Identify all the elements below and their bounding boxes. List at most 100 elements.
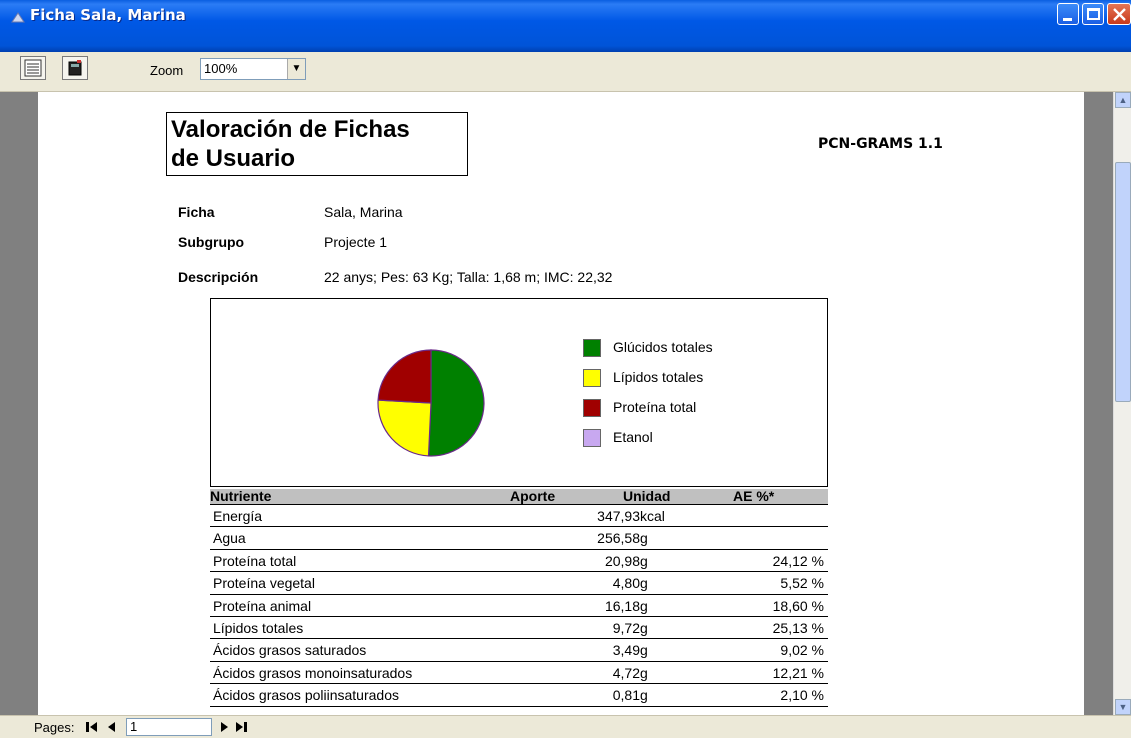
cell-unit: g bbox=[640, 687, 648, 704]
chevron-down-icon[interactable]: ▼ bbox=[287, 59, 305, 79]
cell-ae: 2,10 % bbox=[780, 687, 824, 704]
table-header: Nutriente Aporte Unidad AE %* bbox=[210, 488, 828, 505]
table-row: Proteína total 20,98 g 24,12 % bbox=[210, 550, 828, 573]
cell-value: 9,72 bbox=[612, 619, 640, 636]
zoom-value: 100% bbox=[204, 61, 238, 76]
cell-value: 4,80 bbox=[612, 575, 640, 592]
close-button[interactable] bbox=[1107, 3, 1131, 25]
table-row: Ácidos grasos poliinsaturados 0,81 g 2,10 % bbox=[210, 684, 828, 707]
pie-chart bbox=[377, 349, 485, 457]
legend-label: Proteína total bbox=[613, 399, 697, 415]
close-icon bbox=[1113, 8, 1126, 21]
cell-ae: 12,21 % bbox=[772, 664, 824, 681]
table-row: Ácidos grasos monoinsaturados 4,72 g 12,21 … bbox=[210, 662, 828, 685]
cell-value: 347,93 bbox=[597, 508, 640, 524]
pie-slice bbox=[427, 349, 485, 457]
table-row: Lípidos totales 9,72 g 25,13 % bbox=[210, 617, 828, 640]
report-title: Valoración de Fichas de Usuario bbox=[166, 112, 468, 176]
cell-nutrient: Ácidos grasos saturados bbox=[213, 642, 367, 659]
header-unidad: Unidad bbox=[623, 488, 671, 504]
previous-page-icon[interactable] bbox=[104, 720, 118, 737]
scrollbar-thumb[interactable] bbox=[1115, 162, 1131, 402]
field-value-subgrupo: Projecte 1 bbox=[324, 234, 388, 250]
toolbar: Zoom 100% ▼ bbox=[0, 52, 1131, 92]
legend-label: Lípidos totales bbox=[613, 369, 704, 385]
legend-label: Etanol bbox=[613, 429, 653, 445]
cell-unit: kcal bbox=[640, 508, 665, 524]
cell-nutrient: Proteína animal bbox=[213, 597, 312, 614]
printer-icon bbox=[24, 59, 42, 77]
cell-nutrient: Agua bbox=[213, 530, 246, 547]
next-page-icon[interactable] bbox=[218, 720, 232, 737]
legend-swatch bbox=[583, 369, 601, 387]
cell-nutrient: Energía bbox=[213, 508, 263, 524]
header-nutriente: Nutriente bbox=[210, 488, 272, 504]
cell-unit: g bbox=[640, 552, 648, 569]
legend-swatch bbox=[583, 339, 601, 357]
maximize-button[interactable] bbox=[1082, 3, 1104, 25]
table-row: Agua 256,58 g bbox=[210, 527, 828, 550]
page-number-input[interactable]: 1 bbox=[126, 718, 212, 736]
export-icon bbox=[68, 60, 82, 76]
report-window: Ficha Sala, Marina Zoom 100% ▼ Valoració… bbox=[0, 0, 1131, 738]
cell-nutrient: Proteína total bbox=[213, 552, 297, 569]
cell-value: 4,72 bbox=[612, 664, 640, 681]
page-navigation-bar: Pages: 1 bbox=[0, 715, 1131, 738]
brand-label: PCN-GRAMS 1.1 bbox=[818, 136, 943, 152]
cell-nutrient: Ácidos grasos monoinsaturados bbox=[213, 664, 413, 681]
field-label-ficha: Ficha bbox=[178, 204, 215, 220]
vertical-scrollbar[interactable]: ▲ ▼ bbox=[1113, 92, 1131, 715]
legend-swatch bbox=[583, 429, 601, 447]
first-page-icon[interactable] bbox=[85, 720, 99, 737]
title-bar[interactable]: Ficha Sala, Marina bbox=[0, 0, 1131, 52]
zoom-select[interactable]: 100% ▼ bbox=[200, 58, 306, 80]
cell-ae: 18,60 % bbox=[772, 597, 824, 614]
app-icon bbox=[11, 12, 25, 23]
cell-value: 256,58 bbox=[597, 530, 640, 547]
table-row: Proteína animal 16,18 g 18,60 % bbox=[210, 595, 828, 617]
print-button[interactable] bbox=[20, 56, 46, 80]
scroll-down-icon[interactable]: ▼ bbox=[1115, 699, 1131, 715]
last-page-icon[interactable] bbox=[234, 720, 248, 737]
cell-unit: g bbox=[640, 575, 648, 592]
table-row: Ácidos grasos saturados 3,49 g 9,02 % bbox=[210, 639, 828, 662]
field-value-descripcion: 22 anys; Pes: 63 Kg; Talla: 1,68 m; IMC:… bbox=[324, 269, 613, 285]
report-title-line1: Valoración de Fichas bbox=[171, 116, 410, 143]
cell-nutrient: Proteína vegetal bbox=[213, 575, 315, 592]
cell-unit: g bbox=[640, 530, 648, 547]
cell-ae: 24,12 % bbox=[772, 552, 824, 569]
export-button[interactable] bbox=[62, 56, 88, 80]
cell-unit: g bbox=[640, 642, 648, 659]
chart: Glúcidos totales Lípidos totales Proteín… bbox=[210, 298, 828, 487]
header-ae: AE %* bbox=[733, 488, 775, 504]
cell-value: 20,98 bbox=[604, 552, 640, 569]
field-label-subgrupo: Subgrupo bbox=[178, 234, 245, 250]
cell-value: 0,81 bbox=[612, 687, 640, 704]
report-title-line2: de Usuario bbox=[171, 145, 296, 172]
cell-unit: g bbox=[640, 597, 648, 614]
legend-label: Glúcidos totales bbox=[613, 339, 713, 355]
cell-ae: 5,52 % bbox=[780, 575, 824, 592]
scroll-up-icon[interactable]: ▲ bbox=[1115, 92, 1131, 108]
cell-value: 3,49 bbox=[612, 642, 640, 659]
cell-unit: g bbox=[640, 619, 648, 636]
cell-unit: g bbox=[640, 664, 648, 681]
table-row: Proteína vegetal 4,80 g 5,52 % bbox=[210, 572, 828, 595]
cell-nutrient: Ácidos grasos poliinsaturados bbox=[213, 687, 399, 704]
minimize-button[interactable] bbox=[1057, 3, 1079, 25]
table-body: Energía 347,93 kcal Agua 256,58 g Proteína tot… bbox=[210, 505, 828, 707]
zoom-label: Zoom bbox=[150, 63, 184, 78]
pie-slice bbox=[377, 349, 432, 404]
report-viewer[interactable]: Valoración de Fichas de Usuario PCN-GRAM… bbox=[0, 92, 1113, 715]
cell-ae: 25,13 % bbox=[772, 619, 824, 636]
field-value-ficha: Sala, Marina bbox=[324, 204, 403, 220]
pie-slice bbox=[377, 399, 432, 457]
header-aporte: Aporte bbox=[510, 488, 556, 504]
nutrient-table: Nutriente Aporte Unidad AE %* Energía 347… bbox=[210, 488, 828, 707]
table-row: Energía 347,93 kcal bbox=[210, 505, 828, 528]
report-page: Valoración de Fichas de Usuario PCN-GRAM… bbox=[38, 92, 1084, 715]
pages-label: Pages: bbox=[34, 720, 75, 735]
field-label-descripcion: Descripción bbox=[178, 269, 259, 285]
cell-value: 16,18 bbox=[604, 597, 640, 614]
cell-nutrient: Lípidos totales bbox=[213, 619, 304, 636]
